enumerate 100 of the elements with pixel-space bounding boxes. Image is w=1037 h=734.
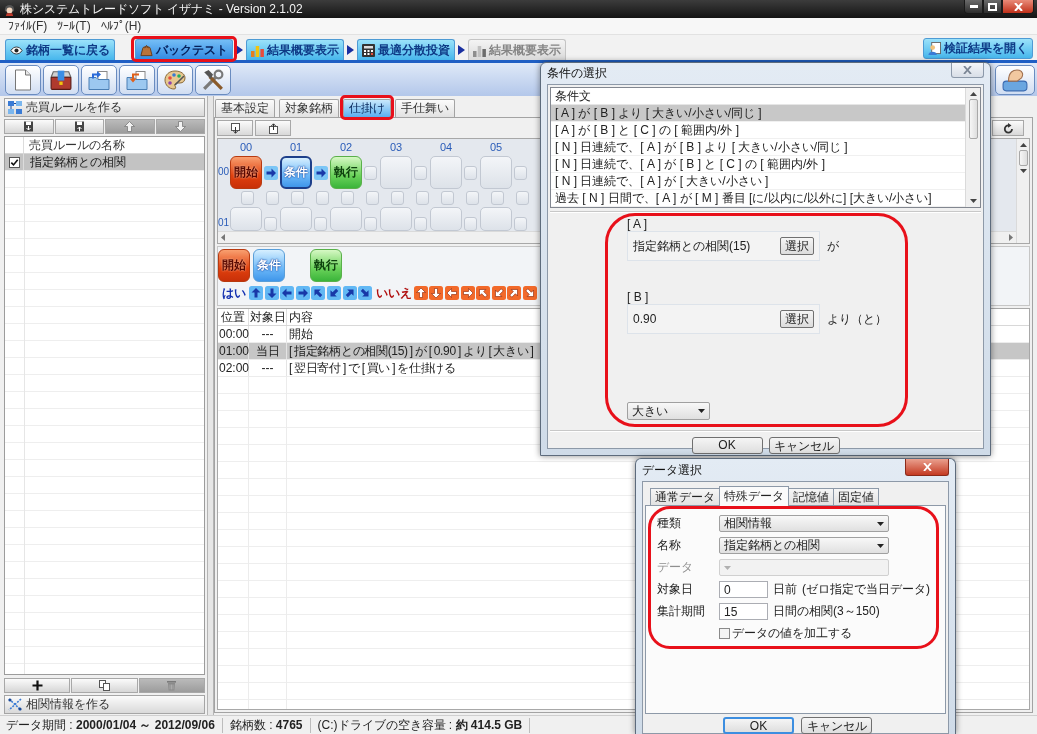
empty-slot[interactable] — [464, 166, 477, 180]
empty-slot[interactable] — [366, 191, 379, 205]
empty-slot[interactable] — [291, 191, 304, 205]
palette-block[interactable]: 開始 — [218, 249, 250, 282]
empty-slot[interactable] — [480, 207, 512, 231]
palette-block[interactable]: 執行 — [310, 249, 342, 282]
tab[interactable]: 手仕舞い — [395, 99, 455, 117]
left-arrow-icon[interactable] — [280, 286, 295, 300]
dropdown[interactable]: 指定銘柄との相関 — [719, 537, 889, 554]
toolbar-button[interactable] — [54, 119, 104, 134]
empty-slot[interactable] — [466, 191, 479, 205]
refresh-button[interactable] — [992, 120, 1024, 136]
empty-slot[interactable] — [480, 156, 512, 189]
open-results-button[interactable]: 検証結果を開く — [923, 38, 1033, 59]
ok-button[interactable]: OK — [691, 436, 763, 454]
scrollbar[interactable] — [1016, 139, 1029, 243]
empty-slot[interactable] — [264, 217, 277, 231]
empty-slot[interactable] — [280, 207, 312, 231]
close-button[interactable] — [905, 459, 949, 476]
scrollbar[interactable] — [965, 88, 980, 207]
down-arrow-icon[interactable] — [264, 286, 279, 300]
empty-slot[interactable] — [330, 207, 362, 231]
workflow-tab[interactable]: 最適分散投資 — [357, 39, 455, 60]
up-right-arrow-icon[interactable] — [507, 286, 522, 300]
toolbar-button[interactable] — [4, 678, 71, 693]
right-arrow-icon[interactable] — [295, 286, 310, 300]
toolbar-button[interactable] — [255, 120, 291, 136]
empty-slot[interactable] — [380, 207, 412, 231]
empty-slot[interactable] — [364, 166, 377, 180]
list-item[interactable]: [ A ] が [ B ] より [ 大きい/小さい/同じ ] — [551, 105, 965, 122]
cancel-button[interactable]: キャンセル — [801, 716, 872, 734]
checkbox[interactable] — [8, 156, 20, 168]
tab[interactable]: 仕掛け — [343, 99, 391, 117]
empty-slot[interactable] — [416, 191, 429, 205]
tab[interactable]: 基本設定 — [215, 99, 275, 117]
empty-slot[interactable] — [441, 191, 454, 205]
checkbox[interactable] — [719, 628, 730, 639]
pane-button[interactable]: 相関情報を作る — [4, 695, 205, 714]
dropdown[interactable]: 相関情報 — [719, 515, 889, 532]
up-right-arrow-icon[interactable] — [342, 286, 357, 300]
right-arrow-icon[interactable] — [460, 286, 475, 300]
empty-slot[interactable] — [414, 166, 427, 180]
down-left-arrow-icon[interactable] — [491, 286, 506, 300]
workflow-tab[interactable]: 結果概要表示 — [246, 39, 344, 60]
cancel-button[interactable]: キャンセル — [768, 436, 840, 454]
dropdown[interactable]: 大きい — [627, 402, 710, 420]
tab[interactable]: 通常データ — [650, 488, 720, 505]
close-button[interactable] — [1002, 0, 1034, 14]
input-field[interactable]: 0 — [719, 581, 768, 598]
toolbar-button[interactable] — [195, 64, 231, 95]
tab[interactable]: 特殊データ — [719, 486, 789, 506]
workflow-tab[interactable]: バックテスト — [135, 39, 233, 60]
list-item[interactable]: [ N ] 日連続で、[ A ] が [ 大きい/小さい ] — [551, 173, 965, 190]
tab[interactable]: 対象銘柄 — [279, 99, 339, 117]
empty-slot[interactable] — [514, 217, 527, 231]
down-right-arrow-icon[interactable] — [522, 286, 537, 300]
ok-button[interactable]: OK — [723, 716, 794, 734]
scroll-thumb[interactable] — [968, 99, 978, 139]
list-item[interactable]: [ N ] 日連続で、[ A ] が [ B ] より [ 大きい/小さい/同じ ] — [551, 139, 965, 156]
tab[interactable]: 記憶値 — [788, 488, 834, 505]
toolbar-button[interactable] — [71, 678, 138, 693]
menu-item[interactable]: ﾌｧｲﾙ(F) — [3, 19, 53, 33]
pane-button[interactable]: 売買ルールを作る — [4, 98, 205, 117]
menu-item[interactable]: ﾂｰﾙ(T) — [52, 19, 96, 33]
tab[interactable]: 固定値 — [833, 488, 879, 505]
empty-slot[interactable] — [430, 156, 462, 189]
flow-node[interactable]: 執行 — [330, 156, 362, 189]
empty-slot[interactable] — [430, 207, 462, 231]
empty-slot[interactable] — [341, 191, 354, 205]
empty-slot[interactable] — [414, 217, 427, 231]
empty-slot[interactable] — [316, 191, 329, 205]
maximize-button[interactable] — [983, 0, 1002, 14]
left-arrow-icon[interactable] — [444, 286, 459, 300]
scroll-thumb[interactable] — [1018, 150, 1028, 166]
list-item[interactable]: 過去 [ N ] 日間で、[ A ] が [ M ] 番目 [に/以内に/以外に] [大きい/小さい] — [551, 190, 965, 207]
empty-slot[interactable] — [230, 207, 262, 231]
toolbar-button[interactable] — [4, 119, 54, 134]
minimize-button[interactable] — [964, 0, 983, 14]
toolbar-button[interactable] — [43, 64, 79, 95]
menu-item[interactable]: ﾍﾙﾌﾟ(H) — [95, 19, 147, 33]
empty-slot[interactable] — [391, 191, 404, 205]
empty-slot[interactable] — [266, 191, 279, 205]
down-arrow-icon[interactable] — [429, 286, 444, 300]
select-button[interactable]: 選択 — [780, 310, 814, 328]
empty-slot[interactable] — [464, 217, 477, 231]
up-arrow-icon[interactable] — [413, 286, 428, 300]
empty-slot[interactable] — [516, 191, 529, 205]
empty-slot[interactable] — [364, 217, 377, 231]
workflow-tab[interactable]: 銘柄一覧に戻る — [5, 39, 115, 60]
up-left-arrow-icon[interactable] — [476, 286, 491, 300]
list-item[interactable]: [ A ] が [ B ] と [ C ] の [ 範囲内/外 ] — [551, 122, 965, 139]
list-row[interactable]: 指定銘柄との相関 — [5, 154, 204, 171]
toolbar-button[interactable] — [217, 120, 253, 136]
up-left-arrow-icon[interactable] — [311, 286, 326, 300]
empty-slot[interactable] — [514, 166, 527, 180]
up-arrow-icon[interactable] — [249, 286, 263, 300]
empty-slot[interactable] — [314, 217, 327, 231]
flow-node[interactable]: 開始 — [230, 156, 262, 189]
list-item[interactable]: [ N ] 日連続で、[ A ] が [ B ] と [ C ] の [ 範囲内/外 ] — [551, 156, 965, 173]
select-button[interactable]: 選択 — [780, 237, 814, 255]
